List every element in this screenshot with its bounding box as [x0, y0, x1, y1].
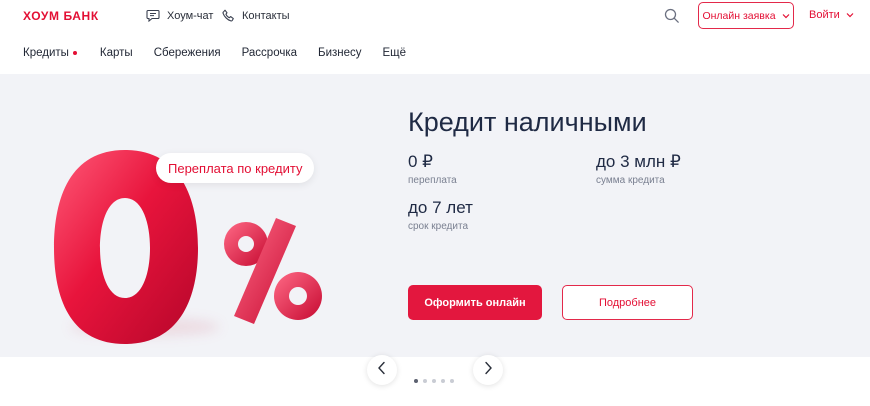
nav-item-label: Рассрочка [241, 47, 298, 59]
nav-item-label: Бизнесу [318, 47, 362, 59]
nav-item-more[interactable]: Ещё [383, 47, 407, 59]
nav-item-label: Сбережения [153, 47, 221, 59]
overpayment-bubble: Переплата по кредиту [156, 153, 315, 183]
chat-icon [146, 9, 160, 22]
nav-item-label: Карты [99, 47, 133, 59]
carousel-dot[interactable] [450, 379, 454, 383]
chat-label: Хоум-чат [167, 9, 214, 22]
phone-icon [222, 9, 235, 22]
stat-label: сумма кредита [596, 175, 665, 186]
chevron-left-icon [377, 361, 387, 380]
more-details-button[interactable]: Подробнее [562, 285, 693, 320]
online-application-button[interactable]: Онлайн заявка [698, 2, 794, 29]
nav-item-installments[interactable]: Рассрочка [242, 47, 297, 59]
carousel-next-button[interactable] [473, 355, 503, 385]
stat-value: 0 ₽ [408, 152, 433, 171]
nav-item-savings[interactable]: Сбережения [154, 47, 221, 59]
hero-banner: Переплата по кредиту Кредит наличными 0 … [0, 74, 870, 357]
carousel-dot[interactable] [441, 379, 445, 383]
stat-value: до 7 лет [408, 198, 473, 217]
contacts-label: Контакты [242, 9, 290, 22]
carousel-dot[interactable] [423, 379, 427, 383]
stat-credit-term: до 7 лет срок кредита [408, 198, 473, 232]
chevron-down-icon [846, 9, 854, 21]
online-application-label: Онлайн заявка [702, 9, 776, 22]
nav-item-credits[interactable]: Кредиты [23, 47, 77, 59]
stat-overpayment: 0 ₽ переплата [408, 152, 457, 186]
logo[interactable]: ХОУМ БАНК [23, 9, 99, 23]
stat-label: переплата [408, 175, 457, 186]
carousel-dot[interactable] [414, 379, 418, 383]
hero-title: Кредит наличными [408, 107, 647, 137]
nav-item-label: Кредиты [23, 47, 69, 59]
active-indicator [72, 51, 77, 55]
login-button[interactable]: Войти [809, 9, 854, 21]
contacts-link[interactable]: Контакты [222, 9, 290, 22]
carousel-pagination [414, 379, 454, 383]
carousel-dot[interactable] [432, 379, 436, 383]
apply-online-button[interactable]: Оформить онлайн [408, 285, 542, 320]
stat-value: до 3 млн ₽ [596, 152, 681, 171]
login-label: Войти [809, 9, 840, 21]
search-button[interactable] [663, 7, 681, 25]
stat-credit-amount: до 3 млн ₽ сумма кредита [596, 152, 681, 186]
nav-item-cards[interactable]: Карты [100, 47, 133, 59]
carousel-prev-button[interactable] [367, 355, 397, 385]
top-header: ХОУМ БАНК Хоум-чат Контакты Онлайн заявк… [0, 0, 870, 34]
nav-item-label: Ещё [382, 47, 407, 59]
chevron-down-icon [782, 10, 790, 22]
chat-link[interactable]: Хоум-чат [146, 9, 213, 22]
nav-item-business[interactable]: Бизнесу [318, 47, 362, 59]
main-nav: Кредиты Карты Сбережения Рассрочка Бизне… [23, 47, 427, 59]
stat-label: срок кредита [408, 221, 469, 232]
search-icon [663, 8, 681, 29]
chevron-right-icon [483, 361, 493, 380]
